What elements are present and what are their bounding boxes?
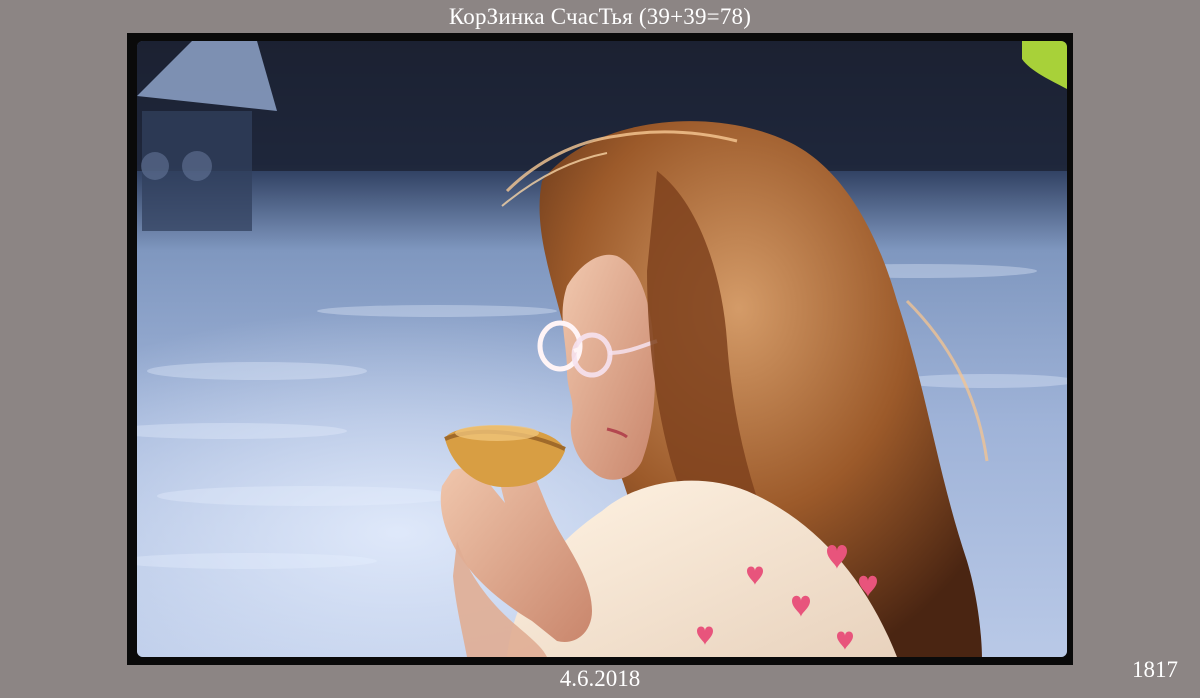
photo-date: 4.6.2018	[559, 666, 641, 691]
photo	[137, 41, 1067, 657]
photo-illustration	[137, 41, 1067, 657]
frame-number: 1817	[1132, 657, 1178, 682]
photo-title: КорЗинка СчасТья (39+39=78)	[448, 4, 752, 29]
